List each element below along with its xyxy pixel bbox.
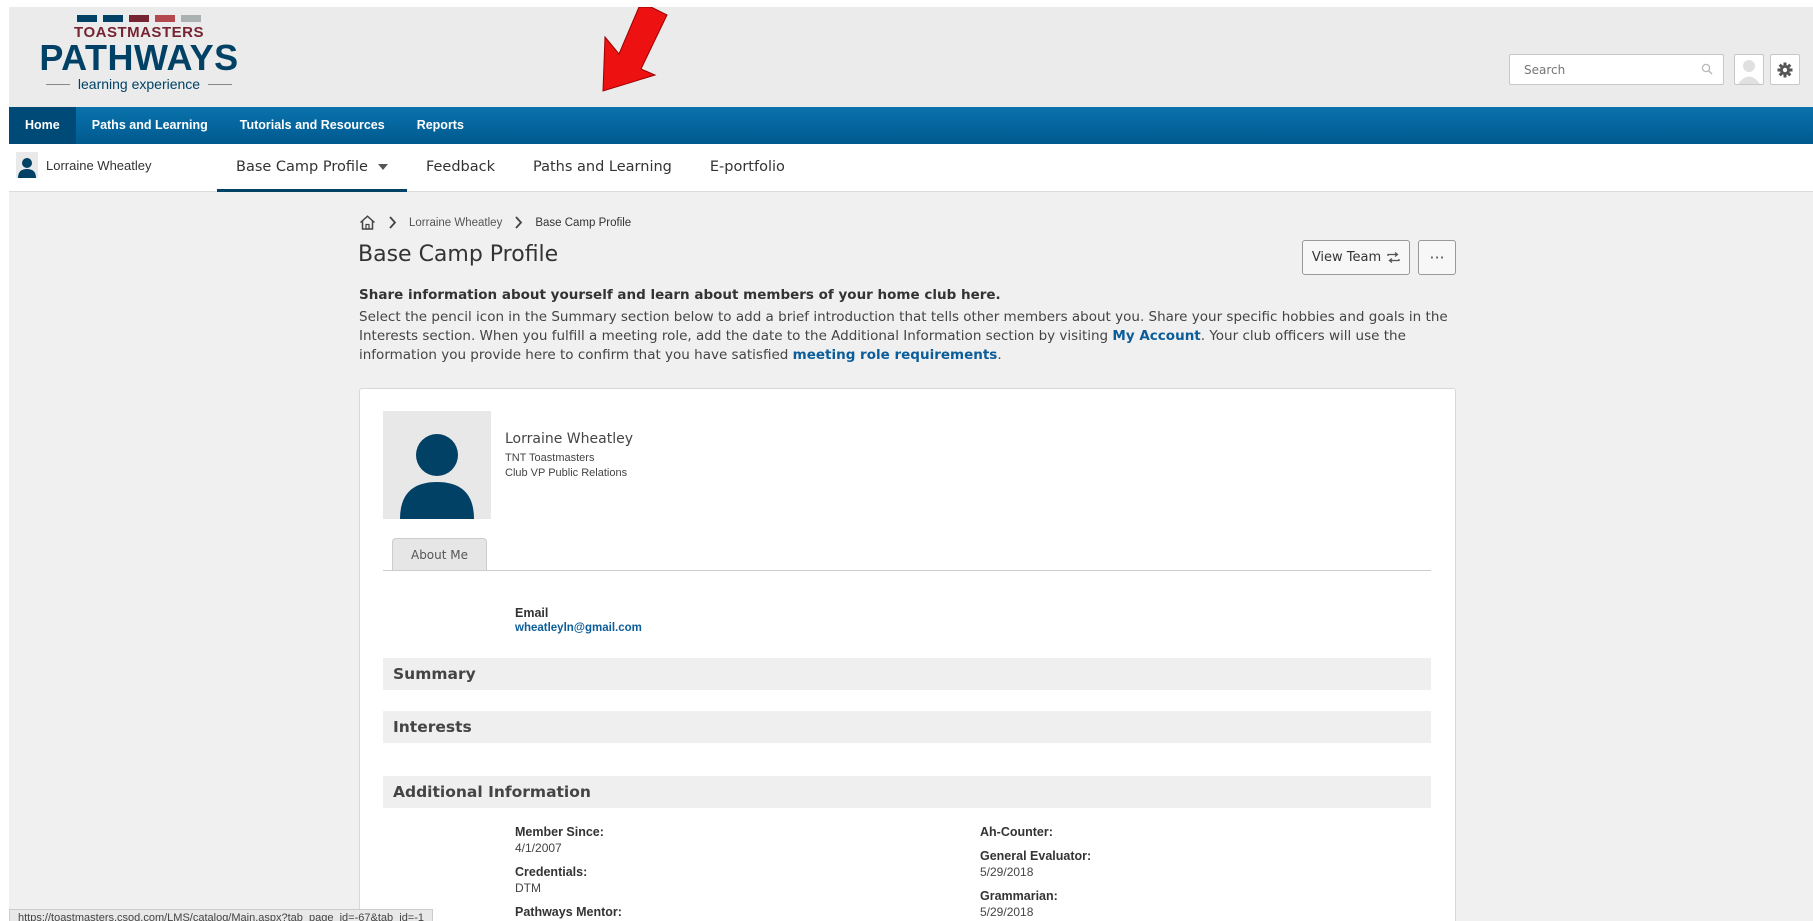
logo-bar	[77, 15, 97, 22]
additional-info-section-header[interactable]: Additional Information	[383, 776, 1431, 808]
view-team-label: View Team	[1311, 250, 1382, 265]
search-input[interactable]	[1510, 55, 1690, 84]
red-arrow-annotation	[602, 7, 668, 92]
intro-heading: Share information about yourself and lea…	[359, 287, 1001, 303]
tab-about-me[interactable]: About Me	[392, 538, 487, 570]
profile-placeholder-icon	[400, 434, 474, 519]
summary-section-header[interactable]: Summary	[383, 658, 1431, 690]
subnav-user[interactable]: Lorraine Wheatley	[16, 152, 152, 178]
mentor-label: Pathways Mentor:	[515, 905, 622, 919]
user-avatar-icon	[1738, 60, 1760, 84]
page-title: Base Camp Profile	[358, 242, 559, 267]
tab-paths-and-learning[interactable]: Paths and Learning	[514, 144, 691, 192]
main-nav: Home Paths and Learning Tutorials and Re…	[9, 107, 1813, 144]
credentials-value: DTM	[515, 881, 541, 895]
chevron-right-icon	[389, 216, 397, 229]
logo-bar	[181, 15, 201, 22]
email-link[interactable]: wheatleyln@gmail.com	[515, 622, 642, 634]
caret-down-icon[interactable]	[377, 164, 388, 170]
meeting-role-requirements-link[interactable]: meeting role requirements	[793, 347, 998, 363]
gear-icon	[1777, 62, 1793, 77]
breadcrumb-user[interactable]: Lorraine Wheatley	[409, 217, 502, 229]
person-icon	[18, 158, 36, 178]
search-box[interactable]	[1509, 54, 1724, 85]
credentials-label: Credentials:	[515, 865, 588, 879]
tab-e-portfolio[interactable]: E-portfolio	[691, 144, 804, 192]
interests-section-header[interactable]: Interests	[383, 711, 1431, 743]
profile-subnav: Lorraine Wheatley Base Camp Profile Feed…	[9, 144, 1813, 192]
email-label: Email	[515, 606, 549, 620]
logo-bar	[155, 15, 175, 22]
my-account-link[interactable]: My Account	[1112, 328, 1200, 344]
ah-counter-label: Ah-Counter:	[980, 825, 1053, 839]
more-options-button[interactable]: ···	[1418, 240, 1456, 275]
breadcrumb: Lorraine Wheatley Base Camp Profile	[359, 215, 631, 230]
pathways-logo[interactable]: TOASTMASTERS PATHWAYS learning experienc…	[34, 15, 244, 105]
tab-label: Base Camp Profile	[236, 159, 368, 175]
logo-bars	[34, 15, 244, 22]
intro-text: Select the pencil icon in the Summary se…	[359, 308, 1456, 365]
chevron-right-icon	[515, 216, 523, 229]
subnav-user-name: Lorraine Wheatley	[46, 157, 152, 173]
logo-tagline: learning experience	[77, 76, 201, 92]
search-icon[interactable]	[1701, 63, 1713, 75]
nav-reports[interactable]: Reports	[401, 107, 480, 144]
profile-club: TNT Toastmasters	[505, 452, 595, 464]
profile-photo	[383, 411, 491, 519]
logo-bar	[129, 15, 149, 22]
tab-feedback[interactable]: Feedback	[407, 144, 514, 192]
nav-tutorials-and-resources[interactable]: Tutorials and Resources	[224, 107, 401, 144]
logo-bar	[103, 15, 123, 22]
settings-button[interactable]	[1770, 54, 1800, 85]
user-avatar-button[interactable]	[1734, 54, 1764, 85]
user-icon	[16, 152, 38, 178]
tab-divider	[383, 570, 1431, 571]
member-since-label: Member Since:	[515, 825, 604, 839]
grammarian-label: Grammarian:	[980, 889, 1058, 903]
home-icon[interactable]	[359, 215, 376, 230]
nav-paths-and-learning[interactable]: Paths and Learning	[76, 107, 224, 144]
logo-line-2: PATHWAYS	[39, 37, 239, 78]
browser-viewport: TOASTMASTERS PATHWAYS learning experienc…	[9, 7, 1813, 921]
member-since-value: 4/1/2007	[515, 841, 562, 855]
view-team-button[interactable]: View Team	[1302, 240, 1410, 275]
switch-icon	[1387, 252, 1400, 263]
profile-tabs: Base Camp Profile Feedback Paths and Lea…	[217, 144, 804, 192]
site-header: TOASTMASTERS PATHWAYS learning experienc…	[9, 7, 1813, 107]
status-bar-url: https://toastmasters.csod.com/LMS/catalo…	[9, 909, 434, 921]
profile-role: Club VP Public Relations	[505, 467, 628, 479]
general-evaluator-value: 5/29/2018	[980, 865, 1034, 879]
intro-part-3: .	[997, 347, 1002, 363]
general-evaluator-label: General Evaluator:	[980, 849, 1092, 863]
nav-home[interactable]: Home	[9, 107, 76, 144]
profile-card: Lorraine Wheatley TNT Toastmasters Club …	[359, 388, 1456, 921]
tab-base-camp-profile[interactable]: Base Camp Profile	[217, 144, 407, 192]
grammarian-value: 5/29/2018	[980, 905, 1034, 919]
breadcrumb-current: Base Camp Profile	[535, 216, 632, 229]
profile-name: Lorraine Wheatley	[505, 431, 633, 447]
